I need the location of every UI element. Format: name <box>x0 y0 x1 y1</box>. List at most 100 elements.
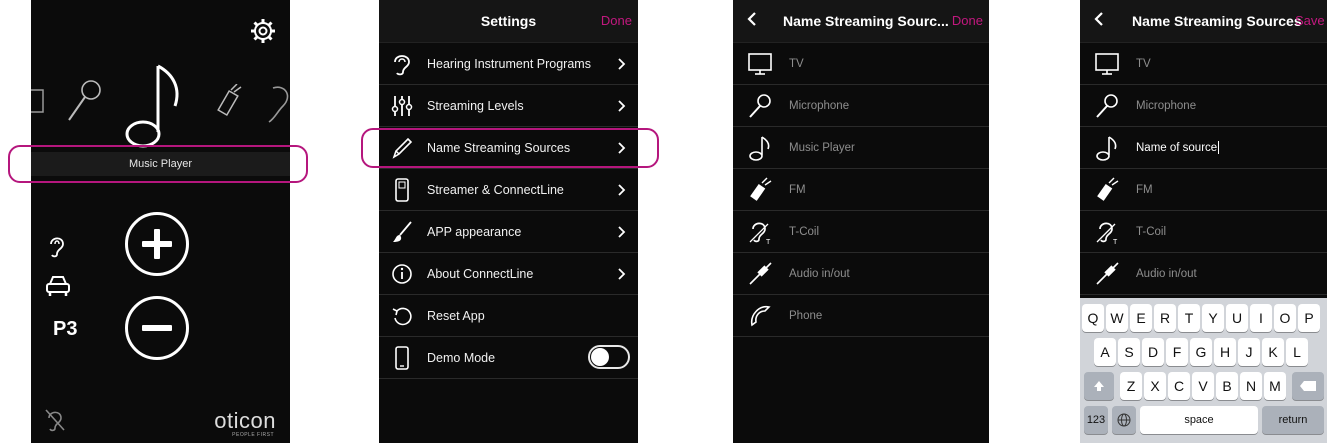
source-item-tcoil[interactable]: T T-Coil <box>1080 211 1327 253</box>
key[interactable]: Q <box>1082 304 1104 332</box>
settings-item-reset[interactable]: Reset App <box>379 295 638 337</box>
settings-item-streaming-levels[interactable]: Streaming Levels <box>379 85 638 127</box>
settings-item-about[interactable]: About ConnectLine <box>379 253 638 295</box>
source-label: TV <box>789 58 804 70</box>
shift-arrow-icon <box>1094 381 1104 392</box>
source-item-tv[interactable]: TV <box>733 43 989 85</box>
highlight-name-sources <box>361 128 659 168</box>
source-label: T-Coil <box>1136 226 1167 238</box>
key[interactable]: Z <box>1120 372 1142 400</box>
chevron-right-icon <box>618 184 626 196</box>
gear-icon[interactable] <box>250 18 276 44</box>
source-item-microphone[interactable]: Microphone <box>1080 85 1327 127</box>
key[interactable]: K <box>1262 338 1284 366</box>
chevron-right-icon <box>618 268 626 280</box>
key[interactable]: O <box>1274 304 1296 332</box>
globe-icon <box>1117 413 1131 427</box>
backspace-key[interactable] <box>1292 372 1324 400</box>
key[interactable]: W <box>1106 304 1128 332</box>
source-label: Music Player <box>789 142 855 154</box>
svg-text:T: T <box>766 239 771 245</box>
return-key[interactable]: return <box>1262 406 1324 434</box>
key[interactable]: F <box>1166 338 1188 366</box>
settings-item-appearance[interactable]: APP appearance <box>379 211 638 253</box>
ear-icon[interactable] <box>47 234 67 258</box>
demo-mode-toggle[interactable] <box>588 345 630 369</box>
save-button[interactable]: Save <box>1295 0 1325 42</box>
source-label: Audio in/out <box>789 268 850 280</box>
source-item-audio-in-out[interactable]: Audio in/out <box>1080 253 1327 295</box>
key[interactable]: A <box>1094 338 1116 366</box>
volume-up-button[interactable] <box>125 212 189 276</box>
key[interactable]: S <box>1118 338 1140 366</box>
source-item-music-player[interactable]: Music Player <box>733 127 989 169</box>
back-chevron-icon[interactable] <box>1094 12 1104 26</box>
mute-ear-icon[interactable] <box>45 408 65 432</box>
ear-icon <box>394 55 410 76</box>
key[interactable]: I <box>1250 304 1272 332</box>
name-sources-screen: Name Streaming Sourc... Done TV Micropho… <box>733 0 989 443</box>
car-icon[interactable] <box>45 274 71 298</box>
brand-tagline: PEOPLE FIRST <box>232 432 274 438</box>
fm-icon[interactable] <box>215 84 245 124</box>
settings-item-hearing-programs[interactable]: Hearing Instrument Programs <box>379 43 638 85</box>
tv-icon <box>748 53 772 75</box>
done-button[interactable]: Done <box>601 0 632 42</box>
key[interactable]: Y <box>1202 304 1224 332</box>
microphone-icon <box>1096 94 1118 118</box>
microphone-icon[interactable] <box>63 78 103 126</box>
globe-key[interactable] <box>1112 406 1136 434</box>
audio-jack-icon <box>1096 262 1119 285</box>
text-caret <box>1218 141 1220 155</box>
info-icon <box>392 264 412 284</box>
source-item-audio-in-out[interactable]: Audio in/out <box>733 253 989 295</box>
settings-item-label: APP appearance <box>427 225 522 239</box>
microphone-icon <box>749 94 771 118</box>
page-title: Name Streaming Sourc... <box>783 13 949 29</box>
highlight-selected-source <box>8 145 308 183</box>
key[interactable]: V <box>1192 372 1214 400</box>
telecoil-icon: T <box>749 222 771 245</box>
source-label: FM <box>1136 184 1153 196</box>
source-item-tv[interactable]: TV <box>1080 43 1327 85</box>
key[interactable]: C <box>1168 372 1190 400</box>
done-button[interactable]: Done <box>952 0 983 42</box>
settings-item-streamer[interactable]: Streamer & ConnectLine <box>379 169 638 211</box>
key[interactable]: N <box>1240 372 1262 400</box>
back-chevron-icon[interactable] <box>747 12 757 26</box>
key[interactable]: X <box>1144 372 1166 400</box>
key[interactable]: R <box>1154 304 1176 332</box>
sliders-icon <box>391 96 413 116</box>
settings-item-label: About ConnectLine <box>427 267 534 281</box>
source-item-microphone[interactable]: Microphone <box>733 85 989 127</box>
source-item-fm[interactable]: FM <box>733 169 989 211</box>
key[interactable]: L <box>1286 338 1308 366</box>
telecoil-icon[interactable] <box>263 82 290 126</box>
source-item-fm[interactable]: FM <box>1080 169 1327 211</box>
key[interactable]: E <box>1130 304 1152 332</box>
key[interactable]: G <box>1190 338 1212 366</box>
key[interactable]: U <box>1226 304 1248 332</box>
source-item-phone[interactable]: Phone <box>733 295 989 337</box>
numbers-key[interactable]: 123 <box>1084 406 1108 434</box>
key[interactable]: D <box>1142 338 1164 366</box>
key[interactable]: M <box>1264 372 1286 400</box>
shift-key[interactable] <box>1084 372 1114 400</box>
page-title: Name Streaming Sources <box>1132 13 1302 29</box>
key[interactable]: H <box>1214 338 1236 366</box>
key[interactable]: B <box>1216 372 1238 400</box>
space-key[interactable]: space <box>1140 406 1258 434</box>
tv-icon[interactable] <box>31 88 45 120</box>
source-item-tcoil[interactable]: T T-Coil <box>733 211 989 253</box>
tv-icon <box>1095 53 1119 75</box>
on-screen-keyboard: Q W E R T Y U I O P A S D F G H J K L Z … <box>1080 298 1327 443</box>
source-label: Microphone <box>789 100 850 112</box>
music-note-icon[interactable] <box>121 60 191 150</box>
settings-nav-bar: Settings Done <box>379 0 638 43</box>
source-name-input[interactable]: Name of source <box>1136 127 1220 169</box>
key[interactable]: P <box>1298 304 1320 332</box>
source-item-editing[interactable]: Name of source <box>1080 127 1327 169</box>
key[interactable]: T <box>1178 304 1200 332</box>
key[interactable]: J <box>1238 338 1260 366</box>
volume-down-button[interactable] <box>125 296 189 360</box>
